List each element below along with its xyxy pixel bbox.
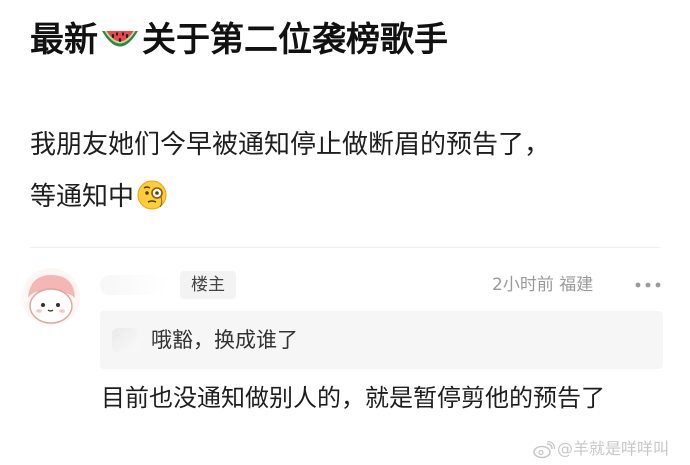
post-title-prefix: 最新 (30, 20, 98, 60)
post-body-line-2: 等通知中 (30, 171, 670, 223)
watermelon-emoji-icon (102, 30, 138, 46)
post-body-line-1: 我朋友她们今早被通知停止做断眉的预告了， (30, 130, 551, 160)
weibo-logo-icon (533, 440, 556, 458)
watermark-text: @羊就是咩咩叫 (557, 439, 670, 458)
section-divider (30, 247, 660, 248)
monocle-face-emoji-icon (137, 180, 167, 209)
quoted-comment[interactable]: 哦豁，换成谁了 (100, 311, 663, 369)
post-title: 最新 关于第二位袭榜歌手 (30, 17, 670, 63)
op-badge: 楼主 (180, 271, 236, 299)
comment-time: 2小时前 (492, 275, 554, 295)
more-options-icon[interactable] (633, 276, 663, 294)
post-title-main: 关于第二位袭榜歌手 (142, 20, 448, 60)
watermark: @羊就是咩咩叫 (533, 438, 669, 460)
post-body-line-2-text: 等通知中 (30, 182, 135, 212)
comment-location: 福建 (559, 275, 594, 295)
avatar-cartoon-icon (22, 268, 80, 326)
quoted-comment-text: 哦豁，换成谁了 (151, 328, 298, 352)
quoted-avatar-redacted (112, 328, 138, 352)
comment-meta: 2小时前 福建 (492, 273, 593, 297)
post-body: 我朋友她们今早被通知停止做断眉的预告了， 等通知中 (30, 119, 670, 223)
avatar[interactable] (22, 268, 80, 326)
username-redacted (100, 275, 170, 295)
reply-text: 目前也没通知做别人的，就是暂停剪他的预告了 (101, 384, 605, 412)
